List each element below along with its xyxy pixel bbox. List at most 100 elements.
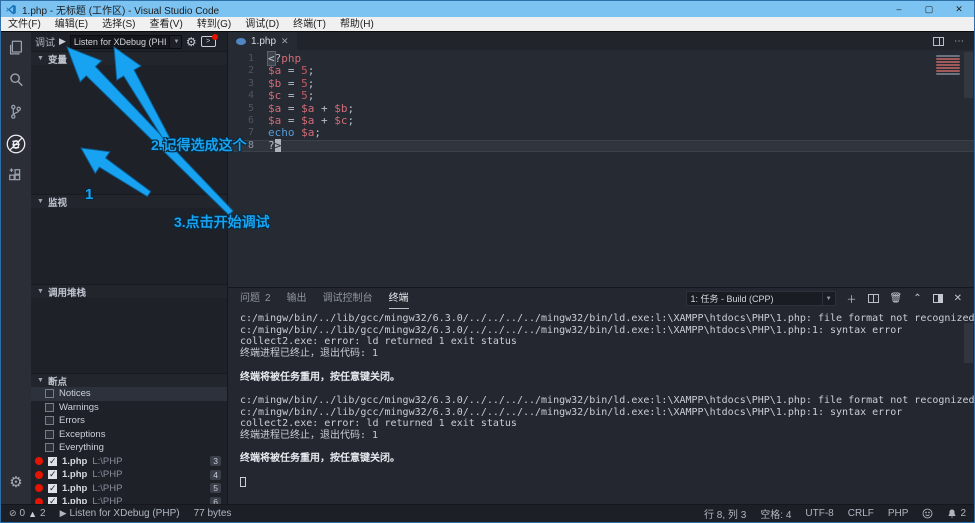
breakpoint-filter-row[interactable]: Everything [31,441,227,455]
breakpoint-path: L:\PHP [92,456,122,467]
collapse-icon[interactable]: ⌃ [913,293,921,304]
debug-config-dropdown[interactable]: Listen for XDebug (PHI ▼ [70,35,182,49]
configure-launch-icon[interactable]: ⚙ [186,35,197,49]
editor-scrollbar[interactable] [964,52,973,98]
checkbox[interactable] [48,497,57,504]
close-tab-icon[interactable]: ✕ [281,36,289,47]
kill-terminal-icon[interactable]: 🗑 [890,293,903,304]
tab-debug-console[interactable]: 调试控制台 [323,288,373,309]
settings-gear-icon[interactable]: ⚙ [1,466,31,498]
eol[interactable]: CRLF [848,508,874,519]
checkbox[interactable] [48,470,57,479]
indentation[interactable]: 空格: 4 [760,506,791,521]
breakpoint-filter-row[interactable]: Notices [31,387,227,401]
tab-problems[interactable]: 问题 2 [240,288,271,309]
minimize-button[interactable]: – [884,1,914,17]
search-icon[interactable] [1,64,31,96]
terminal-line: collect2.exe: error: ld returned 1 exit … [240,336,974,348]
checkbox[interactable] [45,403,54,412]
terminal-cursor [240,477,246,487]
breakpoint-dot [35,457,43,465]
breakpoint-path: L:\PHP [92,483,122,494]
breakpoint-row[interactable]: 1.phpL:\PHP4 [31,468,227,482]
breakpoint-filter-row[interactable]: Exceptions [31,428,227,442]
menu-item[interactable]: 选择(S) [95,17,142,32]
cursor-position[interactable]: 行 8, 列 3 [704,506,746,521]
breakpoint-filter-row[interactable]: Errors [31,414,227,428]
breakpoint-row[interactable]: 1.phpL:\PHP3 [31,455,227,469]
tab-1php[interactable]: 1.php ✕ [228,32,297,50]
breakpoint-row[interactable]: 1.phpL:\PHP5 [31,482,227,496]
breakpoint-filter-row[interactable]: Warnings [31,401,227,415]
terminal-line: 终端将被任务重用，按任意键关闭。 [240,372,974,384]
menu-item[interactable]: 查看(V) [142,17,189,32]
checkbox[interactable] [45,389,54,398]
code-text: echo $a; [254,127,321,139]
checkbox[interactable] [45,443,54,452]
code-editor[interactable]: 1<?php2$a = 5;3$b = 5;4$c = 5;5$a = $a +… [228,50,974,287]
minimap[interactable] [936,54,960,76]
section-variables[interactable]: ▼ 变量 [31,51,227,65]
checkbox[interactable] [45,430,54,439]
menu-item[interactable]: 帮助(H) [333,17,381,32]
code-line[interactable]: 2$a = 5; [228,65,974,77]
close-panel-icon[interactable]: ✕ [954,293,962,304]
breakpoint-file: 1.php [62,483,87,494]
breakpoint-file: 1.php [62,469,87,480]
language-mode[interactable]: PHP [888,508,909,519]
twistie-icon: ▼ [37,198,44,205]
terminal-scrollbar[interactable] [964,323,973,363]
debug-sidebar: 调试 ▶ Listen for XDebug (PHI ▼ ⚙ > ▼ 变量 ▼… [31,32,228,504]
menu-item[interactable]: 终端(T) [286,17,333,32]
checkbox[interactable] [48,457,57,466]
code-line[interactable]: 3$b = 5; [228,78,974,90]
section-watch[interactable]: ▼ 监视 [31,194,227,208]
debug-status[interactable]: ▶ Listen for XDebug (PHP) [60,508,180,519]
code-line[interactable]: 8?> [228,140,974,152]
title-bar: 1.php - 无标题 (工作区) - Visual Studio Code –… [1,1,974,17]
new-terminal-icon[interactable]: ＋ [847,291,857,306]
terminal-output[interactable]: c:/mingw/bin/../lib/gcc/mingw32/6.3.0/..… [228,309,974,504]
start-debug-button[interactable]: ▶ [59,36,66,47]
filter-label: Warnings [59,402,99,413]
explorer-icon[interactable] [1,32,31,64]
twistie-icon: ▼ [37,55,44,62]
problems-badge: 2 [265,288,271,309]
debug-icon[interactable] [1,128,31,160]
section-breakpoints[interactable]: ▼ 断点 [31,373,227,387]
terminal-instance-dropdown[interactable]: 1: 任务 - Build (CPP) ▼ [686,291,836,306]
code-line[interactable]: 7echo $a; [228,127,974,139]
code-line[interactable]: 1<?php [228,53,974,65]
terminal-line: 终端将被任务重用，按任意键关闭。 [240,453,974,465]
encoding[interactable]: UTF-8 [805,508,833,519]
maximize-button[interactable]: ▢ [914,1,944,17]
extensions-icon[interactable] [1,160,31,192]
section-call-stack[interactable]: ▼ 调用堆栈 [31,284,227,298]
code-text: ?> [254,140,281,152]
breakpoint-line-badge: 3 [210,456,221,466]
bell-icon [947,508,957,519]
problems-status[interactable]: ⊘ 0 ▲ 2 [9,508,46,519]
code-line[interactable]: 6$a = $a + $c; [228,115,974,127]
breakpoint-dot [35,484,43,492]
split-editor-icon[interactable] [933,37,944,46]
checkbox[interactable] [48,484,57,493]
tab-terminal[interactable]: 终端 [389,288,409,309]
maximize-panel-icon[interactable] [933,294,943,303]
menu-item[interactable]: 调试(D) [238,17,286,32]
feedback-smiley-icon[interactable] [922,508,933,519]
notifications-bell[interactable]: 2 [947,508,966,519]
close-button[interactable]: ✕ [944,1,974,17]
menu-item[interactable]: 文件(F) [1,17,48,32]
tab-output[interactable]: 输出 [287,288,307,309]
menu-item[interactable]: 编辑(E) [48,17,95,32]
split-terminal-icon[interactable] [868,294,879,303]
line-number: 3 [228,78,254,90]
debug-console-icon[interactable]: > [201,36,216,47]
menu-item[interactable]: 转到(G) [190,17,238,32]
source-control-icon[interactable] [1,96,31,128]
line-number: 8 [228,140,254,152]
more-actions-icon[interactable]: ⋯ [954,36,964,47]
breakpoint-row[interactable]: 1.phpL:\PHP6 [31,495,227,504]
checkbox[interactable] [45,416,54,425]
